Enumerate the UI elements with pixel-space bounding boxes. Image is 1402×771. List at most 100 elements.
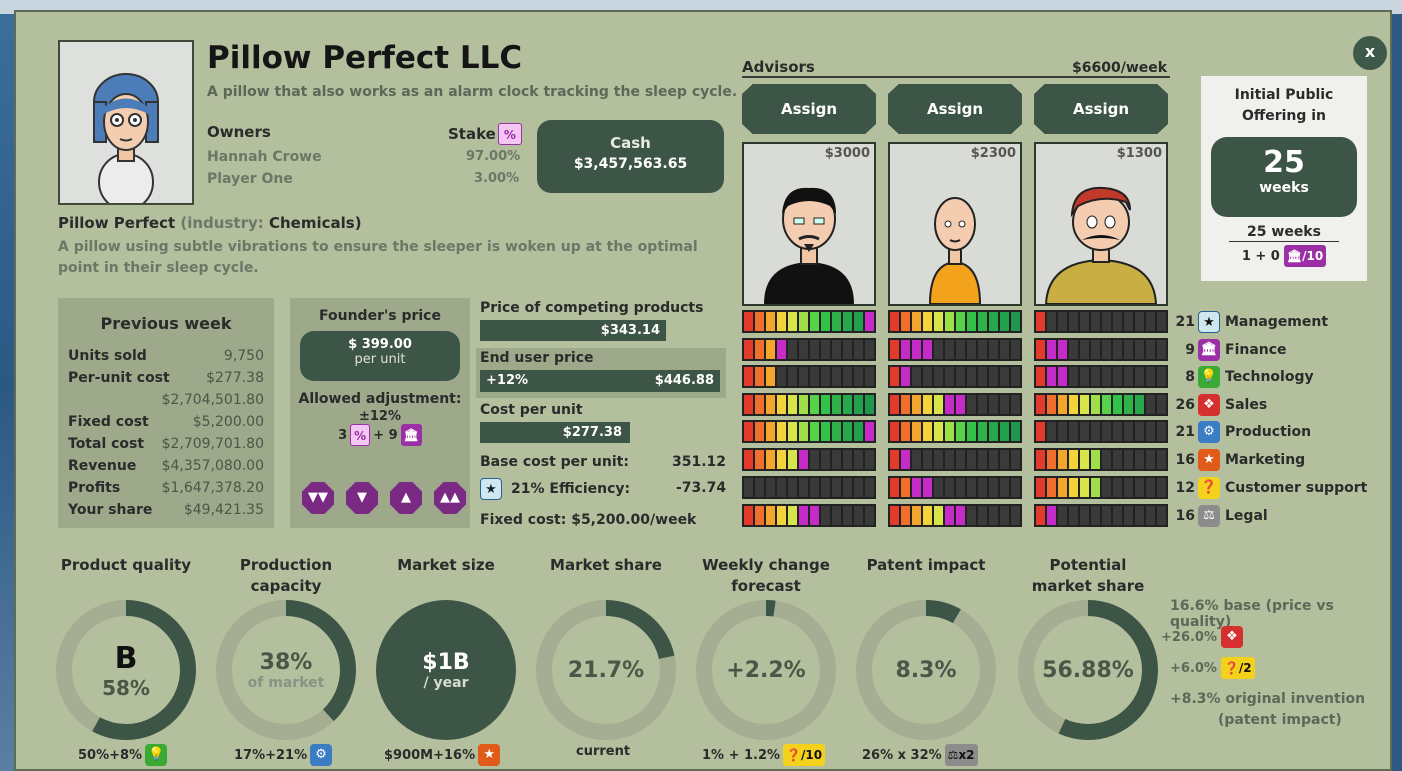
meter-segment (1080, 367, 1089, 386)
meter-segment (1011, 478, 1020, 497)
meter-segment (744, 312, 753, 331)
competing-price-value: $343.14 (600, 323, 660, 338)
meter-segment (967, 312, 976, 331)
meter-segment (923, 478, 932, 497)
gauge-subtext: 58% (102, 675, 150, 700)
meter-segment (854, 450, 863, 469)
assign-button-2[interactable]: Assign (888, 84, 1022, 134)
meter-segment (901, 340, 910, 359)
founder-price-title: Founder's price (319, 308, 441, 324)
meter-segment (788, 478, 797, 497)
market-size-footnote: $900M+16% ★ (384, 744, 505, 766)
efficiency-label: 21% Efficiency: (511, 481, 631, 497)
meter-segment (865, 395, 874, 414)
meter-segment (777, 312, 786, 331)
meter-segment (1146, 506, 1155, 525)
market-share-footnote: current (576, 744, 631, 759)
meter-segment (755, 422, 764, 441)
meter-segment (1080, 478, 1089, 497)
meter-segment (1036, 395, 1045, 414)
meter-segment (1080, 340, 1089, 359)
meter-segment (1058, 478, 1067, 497)
meter-segment (810, 312, 819, 331)
meter-segment (1113, 367, 1122, 386)
meter-segment (923, 450, 932, 469)
skill-meter (888, 504, 1022, 527)
meter-segment (1146, 395, 1155, 414)
meter-segment (1047, 450, 1056, 469)
meter-segment (777, 340, 786, 359)
meter-segment (1091, 340, 1100, 359)
meter-segment (1047, 478, 1056, 497)
assign-button-1[interactable]: Assign (742, 84, 876, 134)
star-icon: ★ (1198, 310, 1220, 333)
skill-meter (1034, 504, 1168, 527)
meter-segment (744, 422, 753, 441)
advisor-card-3[interactable]: $1300 (1034, 142, 1168, 306)
advisor-card-1[interactable]: $3000 (742, 142, 876, 306)
meter-segment (1146, 422, 1155, 441)
owner-stake: 3.00% (474, 171, 520, 186)
meter-segment (967, 422, 976, 441)
meter-segment (788, 340, 797, 359)
meter-segment (799, 395, 808, 414)
meter-segment (1102, 395, 1111, 414)
meter-segment (744, 478, 753, 497)
meter-segment (1069, 395, 1078, 414)
advisor-price: $1300 (1116, 146, 1162, 161)
meter-segment (777, 422, 786, 441)
meter-segment (923, 422, 932, 441)
stat-label: Patent impact (866, 556, 986, 574)
meter-segment (865, 478, 874, 497)
stat-row: Per-unit cost $277.38 (68, 370, 264, 386)
meter-segment (1146, 367, 1155, 386)
meter-segment (934, 340, 943, 359)
stat-label: Product quality (60, 556, 192, 574)
skill-meter (888, 393, 1022, 416)
meter-segment (923, 367, 932, 386)
industry-prefix: (industry: (180, 214, 264, 232)
meter-segment (1000, 367, 1009, 386)
meter-segment (755, 478, 764, 497)
meter-segment (1036, 478, 1045, 497)
meter-segment (1157, 395, 1166, 414)
allowed-adjustment-value: ±12% (358, 409, 401, 424)
gauge-value: 38% (259, 649, 313, 675)
owners-label: Owners (207, 123, 271, 141)
meter-segment (1124, 450, 1133, 469)
meter-segment (1135, 312, 1144, 331)
forecast-footnote: 1% + 1.2% ❓/10 (702, 744, 826, 766)
stat-row: Total cost $2,709,701.80 (68, 436, 264, 452)
stat-gauge: 38% of market (216, 600, 356, 740)
advisor-card-2[interactable]: $2300 (888, 142, 1022, 306)
meter-segment (1113, 478, 1122, 497)
meter-segment (890, 312, 899, 331)
skill-row-sales: 26 ❖ Sales (1173, 393, 1267, 416)
meter-segment (1036, 506, 1045, 525)
meter-segment (1113, 422, 1122, 441)
close-button[interactable]: x (1353, 36, 1387, 70)
meter-segment (854, 478, 863, 497)
efficiency-row: ★ 21% Efficiency: (480, 478, 630, 500)
gauge-subtext: / year (423, 674, 469, 691)
meter-segment (1047, 312, 1056, 331)
meter-segment (843, 395, 852, 414)
meter-segment (945, 395, 954, 414)
marketing-star-icon: ★ (1198, 448, 1220, 471)
meter-segment (978, 450, 987, 469)
meter-segment (1000, 312, 1009, 331)
meter-segment (788, 367, 797, 386)
meter-segment (1102, 340, 1111, 359)
meter-segment (1135, 395, 1144, 414)
assign-button-3[interactable]: Assign (1034, 84, 1168, 134)
star-icon: ★ (480, 478, 502, 500)
meter-segment (788, 450, 797, 469)
meter-segment (945, 450, 954, 469)
meter-segment (788, 506, 797, 525)
fixed-cost-text: Fixed cost: $5,200.00/week (480, 512, 697, 528)
meter-segment (1058, 450, 1067, 469)
meter-segment (945, 367, 954, 386)
stake-label: Stake (448, 125, 496, 143)
meter-segment (989, 340, 998, 359)
company-tagline: A pillow that also works as an alarm clo… (207, 84, 738, 100)
